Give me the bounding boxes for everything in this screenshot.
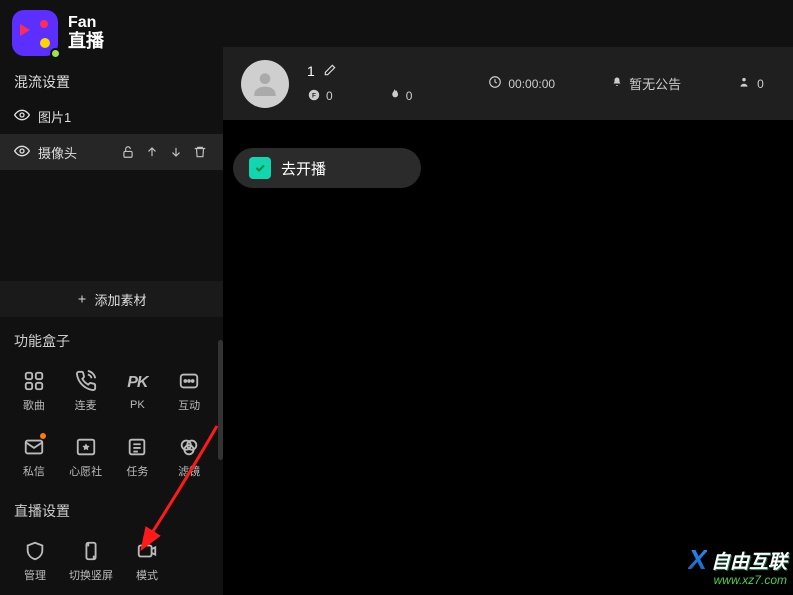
funcbox-wish[interactable]: 心愿社 (60, 429, 112, 485)
source-name: 图片1 (38, 107, 71, 126)
source-row-image1[interactable]: 图片1 (0, 98, 223, 134)
livecfg-label: 管理 (24, 567, 46, 583)
grid-icon (23, 370, 45, 392)
arrow-down-icon[interactable] (167, 143, 185, 161)
rotate-icon (80, 540, 102, 562)
add-source-button[interactable]: 添加素材 (0, 281, 223, 317)
viewer-count-value: 0 (757, 77, 764, 91)
funcbox-lianmai[interactable]: 连麦 (60, 363, 112, 419)
watermark-brand: 自由互联 (711, 547, 787, 574)
funcbox-label: 连麦 (75, 397, 97, 413)
funcbox-label: 滤镜 (178, 463, 200, 479)
source-row-camera[interactable]: 摄像头 (0, 134, 223, 170)
shield-icon (24, 540, 46, 562)
funcbox-filter[interactable]: 滤镜 (163, 429, 215, 485)
watermark: X 自由互联 www.xz7.com (688, 544, 787, 587)
logo-text-1: Fan (68, 14, 104, 32)
funcbox-pk[interactable]: PK PK (112, 363, 164, 419)
chat-icon (178, 370, 200, 392)
info-bar: 1 F 0 0 00:00:00 (223, 47, 793, 120)
livecfg-label: 模式 (136, 567, 158, 583)
funcbox-label: 私信 (23, 463, 45, 479)
titlebar-spacer (223, 0, 793, 47)
funcbox-interaction[interactable]: 互动 (163, 363, 215, 419)
timer-value: 00:00:00 (508, 77, 555, 91)
funcbox-songs[interactable]: 歌曲 (8, 363, 60, 419)
bell-icon (611, 76, 623, 91)
user-id: 1 (307, 63, 315, 79)
funcbox-label: PK (130, 399, 145, 411)
mode-icon (136, 540, 158, 562)
funcbox-label: 互动 (178, 397, 200, 413)
edit-icon[interactable] (323, 63, 337, 80)
livecfg-label: 切换竖屏 (69, 567, 113, 583)
watermark-logo: X (688, 544, 707, 576)
funcbox-label: 心愿社 (69, 463, 102, 479)
add-source-label: 添加素材 (94, 290, 146, 309)
clock-icon (488, 75, 502, 92)
funcbox-label: 任务 (126, 463, 148, 479)
trash-icon[interactable] (191, 143, 209, 161)
phone-icon (75, 370, 97, 392)
go-live-label: 去开播 (281, 158, 326, 179)
lock-icon[interactable] (119, 143, 137, 161)
avatar[interactable] (241, 60, 289, 108)
announcement[interactable]: 暂无公告 (611, 74, 681, 93)
go-live-button[interactable]: 去开播 (233, 148, 421, 188)
mix-settings-title: 混流设置 (0, 66, 223, 98)
source-name: 摄像头 (38, 143, 77, 162)
person-icon (737, 75, 751, 92)
live-settings-title: 直播设置 (0, 487, 223, 527)
function-box-title: 功能盒子 (0, 317, 223, 357)
pk-icon: PK (126, 372, 148, 394)
stat-coin: F 0 (307, 88, 333, 105)
funcbox-dm[interactable]: 私信 (8, 429, 60, 485)
livecfg-manage[interactable]: 管理 (8, 533, 62, 589)
stat-fire: 0 (387, 88, 413, 105)
stat-fire-value: 0 (406, 89, 413, 103)
announcement-text: 暂无公告 (629, 74, 681, 93)
fire-icon (387, 88, 401, 105)
svg-text:F: F (312, 92, 316, 99)
funcbox-label: 歌曲 (23, 397, 45, 413)
filter-icon (178, 436, 200, 458)
app-logo: Fan 直播 (0, 0, 223, 66)
check-icon (249, 157, 271, 179)
coin-icon: F (307, 88, 321, 105)
eye-icon (14, 143, 30, 162)
eye-icon (14, 107, 30, 126)
list-icon (126, 436, 148, 458)
logo-icon (12, 10, 58, 56)
notification-dot (40, 433, 46, 439)
funcbox-tasks[interactable]: 任务 (112, 429, 164, 485)
livecfg-rotate[interactable]: 切换竖屏 (64, 533, 118, 589)
viewer-count: 0 (737, 75, 764, 92)
star-box-icon (75, 436, 97, 458)
logo-text-2: 直播 (68, 32, 104, 52)
arrow-up-icon[interactable] (143, 143, 161, 161)
stream-timer: 00:00:00 (488, 75, 555, 92)
stat-coin-value: 0 (326, 89, 333, 103)
livecfg-mode[interactable]: 模式 (120, 533, 174, 589)
